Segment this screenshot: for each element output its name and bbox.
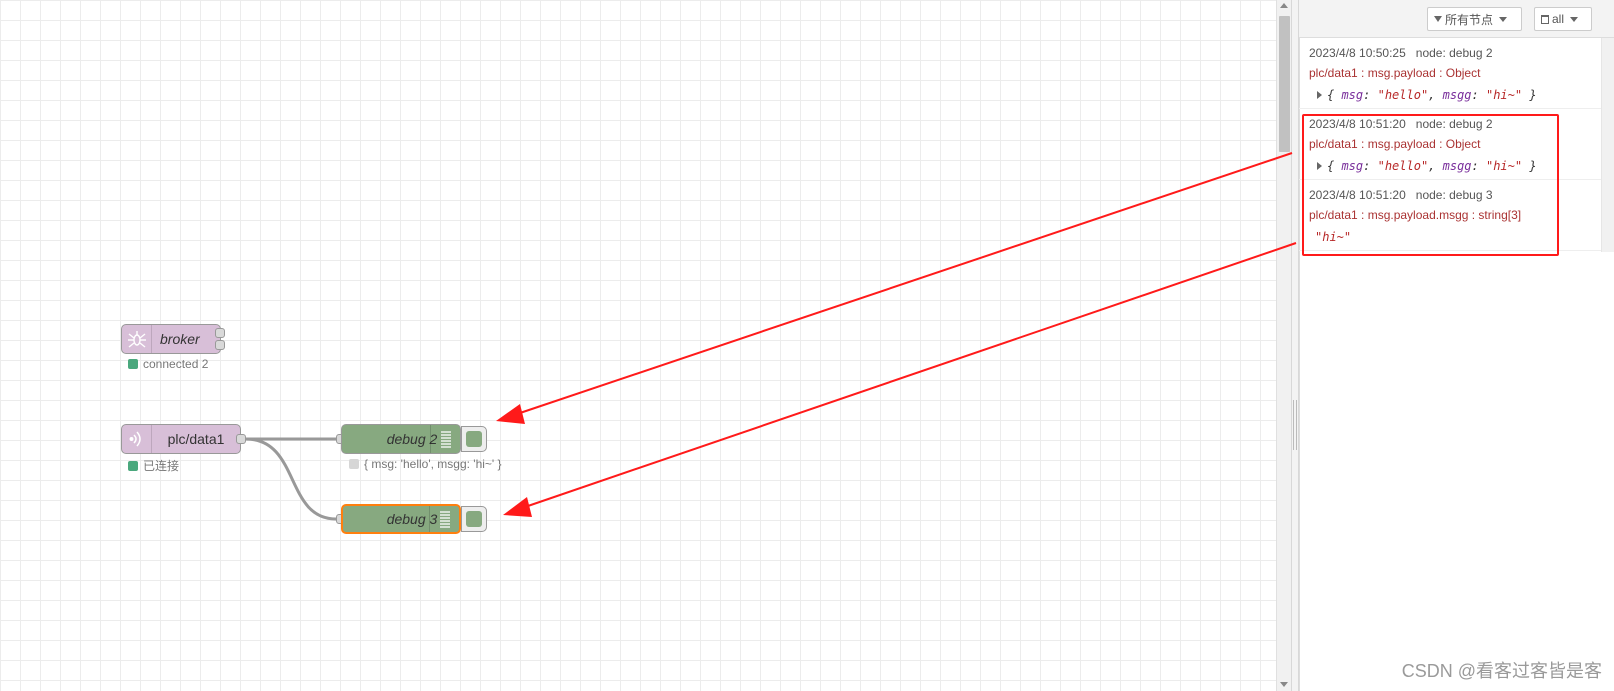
- payload-key: msgg: [1442, 159, 1472, 173]
- message-timestamp: 2023/4/8 10:50:25: [1309, 46, 1406, 60]
- plc-output-port[interactable]: [236, 434, 246, 444]
- watermark: CSDN @看客过客皆是客: [1401, 661, 1602, 681]
- debug-message-list: 2023/4/8 10:50:25 node: debug 2 plc/data1…: [1299, 38, 1601, 251]
- message-meta: 2023/4/8 10:50:25 node: debug 2: [1309, 46, 1591, 60]
- message-timestamp: 2023/4/8 10:51:20: [1309, 117, 1406, 131]
- wire-plc-to-debug3[interactable]: [245, 437, 337, 521]
- message-timestamp: 2023/4/8 10:51:20: [1309, 188, 1406, 202]
- payload-value: "hi~": [1485, 88, 1523, 102]
- payload-value: "hello": [1377, 159, 1429, 173]
- message-meta: 2023/4/8 10:51:20 node: debug 2: [1309, 117, 1591, 131]
- scroll-up-arrow-icon[interactable]: [1280, 3, 1288, 8]
- debug3-toggle-button[interactable]: [461, 506, 487, 532]
- payload-key: msg: [1341, 159, 1364, 173]
- filter-nodes-button[interactable]: 所有节点: [1427, 7, 1522, 31]
- drag-handle-icon[interactable]: [1293, 400, 1297, 450]
- caret-down-icon: [1570, 16, 1579, 22]
- list-icon: [430, 425, 460, 453]
- payload-comma: ,: [1428, 88, 1443, 102]
- message-meta: 2023/4/8 10:51:20 node: debug 3: [1309, 188, 1591, 202]
- sidebar-splitter[interactable]: [1291, 0, 1299, 691]
- plc-status-text: 已连接: [143, 459, 180, 473]
- payload-colon: :: [1471, 88, 1486, 102]
- payload-colon: :: [1363, 88, 1378, 102]
- clear-label: all: [1552, 12, 1565, 26]
- payload-key: msgg: [1442, 88, 1472, 102]
- scrollbar-thumb[interactable]: [1279, 16, 1290, 152]
- payload-key: msg: [1341, 88, 1364, 102]
- message-topic: plc/data1 : msg.payload.msgg : string[3]: [1309, 208, 1522, 222]
- expand-arrow-icon[interactable]: [1317, 162, 1322, 170]
- debug-message[interactable]: 2023/4/8 10:50:25 node: debug 2 plc/data1…: [1299, 38, 1601, 109]
- trash-icon: [1541, 14, 1549, 24]
- toggle-indicator: [466, 511, 482, 527]
- payload-brace: {: [1327, 88, 1342, 102]
- broker-output-port-1[interactable]: [215, 328, 225, 338]
- payload-value: "hi~": [1485, 159, 1523, 173]
- plc-status: 已连接: [128, 457, 179, 474]
- message-list-scrollbar[interactable]: [1601, 38, 1614, 252]
- message-node-link[interactable]: node: debug 2: [1416, 117, 1493, 131]
- payload-value: "hello": [1377, 88, 1429, 102]
- status-dot: [128, 460, 138, 471]
- scroll-down-arrow-icon[interactable]: [1280, 682, 1288, 687]
- debug-message[interactable]: 2023/4/8 10:51:20 node: debug 2 plc/data1…: [1299, 109, 1601, 180]
- debug-toolbar: 所有节点 all: [1299, 0, 1614, 38]
- payload-string-value: "hi~": [1315, 230, 1352, 244]
- debug2-status: { msg: 'hello', msgg: 'hi~' }: [349, 457, 502, 471]
- message-topic: plc/data1 : msg.payload : Object: [1309, 66, 1481, 80]
- node-debug-2[interactable]: debug 2: [341, 424, 461, 454]
- broker-output-port-2[interactable]: [215, 340, 225, 350]
- debug2-status-text: { msg: 'hello', msgg: 'hi~' }: [364, 457, 502, 471]
- broker-status-text: connected 2: [143, 357, 209, 371]
- filter-label: 所有节点: [1445, 12, 1494, 27]
- filter-icon: [1434, 16, 1442, 22]
- debug-sidebar: 所有节点 all 2023/4/8 10:50:25 node: debug 2 …: [1299, 0, 1614, 691]
- mqtt-bug-icon: [122, 325, 152, 353]
- message-payload[interactable]: "hi~": [1309, 230, 1591, 244]
- caret-down-icon: [1499, 16, 1508, 22]
- workspace-vertical-scrollbar[interactable]: [1276, 0, 1291, 691]
- wifi-signal-icon: [122, 425, 152, 453]
- debug-message[interactable]: 2023/4/8 10:51:20 node: debug 3 plc/data1…: [1299, 180, 1601, 251]
- payload-comma: ,: [1428, 159, 1443, 173]
- payload-colon: :: [1363, 159, 1378, 173]
- message-node-link[interactable]: node: debug 3: [1416, 188, 1493, 202]
- node-debug-3[interactable]: debug 3: [341, 504, 461, 534]
- payload-brace: }: [1522, 159, 1537, 173]
- message-topic: plc/data1 : msg.payload : Object: [1309, 137, 1481, 151]
- node-mqtt-in-plc-data1[interactable]: plc/data1: [121, 424, 241, 454]
- message-node-link[interactable]: node: debug 2: [1416, 46, 1493, 60]
- message-payload[interactable]: { msg: "hello", msgg: "hi~" }: [1309, 159, 1591, 173]
- flow-canvas[interactable]: broker connected 2 plc/data1 已连接 debug 2: [0, 0, 1276, 691]
- list-icon: [429, 506, 459, 532]
- node-broker-label: broker: [160, 331, 200, 347]
- toggle-indicator: [466, 431, 482, 447]
- expand-arrow-icon[interactable]: [1317, 91, 1322, 99]
- status-dot: [128, 359, 138, 369]
- message-payload[interactable]: { msg: "hello", msgg: "hi~" }: [1309, 88, 1591, 102]
- node-plc-label: plc/data1: [167, 431, 225, 447]
- node-broker[interactable]: broker: [121, 324, 221, 354]
- payload-brace: }: [1522, 88, 1537, 102]
- payload-colon: :: [1471, 159, 1486, 173]
- broker-status: connected 2: [128, 357, 208, 371]
- debug2-toggle-button[interactable]: [461, 426, 487, 452]
- clear-messages-button[interactable]: all: [1534, 7, 1592, 31]
- payload-brace: {: [1327, 159, 1342, 173]
- status-dot: [349, 459, 359, 469]
